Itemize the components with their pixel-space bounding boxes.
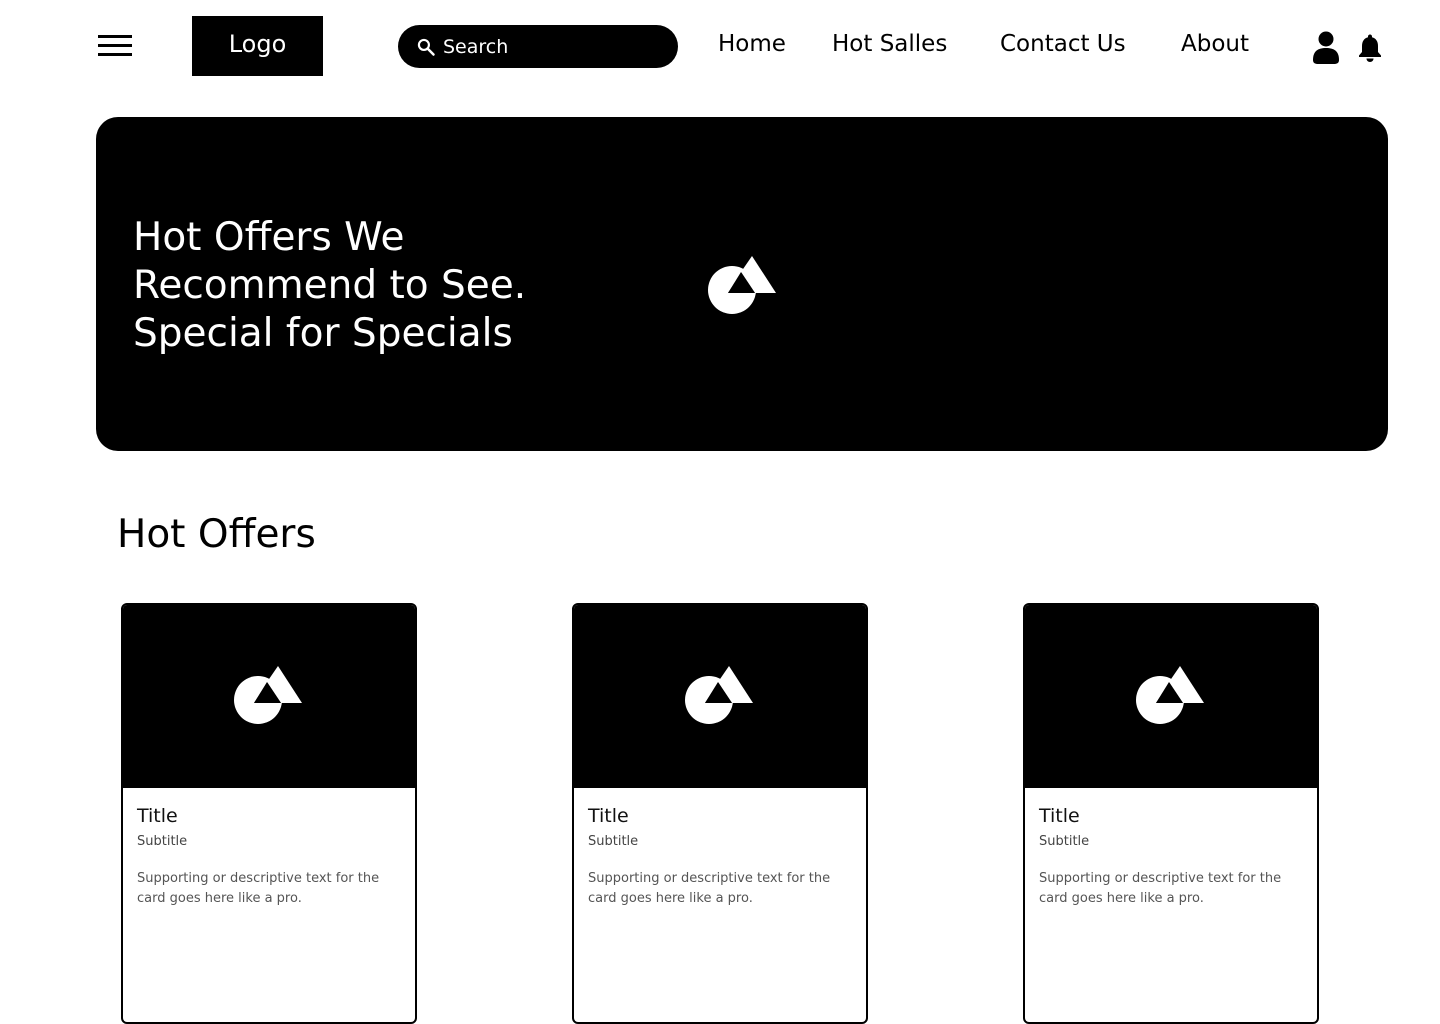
offer-card[interactable]: Title Subtitle Supporting or descriptive… bbox=[121, 603, 417, 1024]
card-subtitle: Subtitle bbox=[588, 834, 639, 849]
nav-hot-sales[interactable]: Hot Salles bbox=[832, 31, 947, 57]
card-subtitle: Subtitle bbox=[137, 834, 188, 849]
search-input[interactable] bbox=[443, 35, 663, 58]
page: Logo Home Hot Salles Contact Us About Ho… bbox=[0, 0, 1440, 1024]
card-text: Supporting or descriptive text for the c… bbox=[1039, 871, 1282, 906]
logo[interactable]: Logo bbox=[192, 16, 323, 76]
image-placeholder-icon bbox=[685, 666, 753, 724]
bell-icon[interactable] bbox=[1357, 33, 1383, 62]
image-placeholder-icon bbox=[234, 666, 302, 724]
menu-bar bbox=[98, 35, 132, 38]
card-media bbox=[1025, 605, 1317, 788]
user-icon[interactable] bbox=[1312, 30, 1340, 64]
nav-about[interactable]: About bbox=[1181, 31, 1249, 57]
hero-title: Hot Offers We Recommend to See. Special … bbox=[133, 214, 653, 358]
card-text: Supporting or descriptive text for the c… bbox=[588, 871, 831, 906]
image-placeholder-icon bbox=[1136, 666, 1204, 724]
card-media bbox=[123, 605, 415, 788]
section-title: Hot Offers bbox=[117, 512, 316, 557]
search-icon bbox=[417, 38, 435, 56]
card-title: Title bbox=[1039, 805, 1080, 827]
card-subtitle: Subtitle bbox=[1039, 834, 1090, 849]
hero-title-line: Special for Specials bbox=[133, 311, 513, 356]
hero-banner: Hot Offers We Recommend to See. Special … bbox=[96, 117, 1388, 451]
search-bar[interactable] bbox=[398, 25, 678, 68]
menu-bar bbox=[98, 53, 132, 56]
card-title: Title bbox=[588, 805, 629, 827]
hamburger-menu-icon[interactable] bbox=[98, 34, 134, 60]
offer-card[interactable]: Title Subtitle Supporting or descriptive… bbox=[1023, 603, 1319, 1024]
image-placeholder-icon bbox=[708, 256, 776, 314]
nav-contact-us[interactable]: Contact Us bbox=[1000, 31, 1126, 57]
card-media bbox=[574, 605, 866, 788]
logo-label: Logo bbox=[228, 30, 287, 58]
hero-title-line: Hot Offers We bbox=[133, 215, 405, 260]
offer-card[interactable]: Title Subtitle Supporting or descriptive… bbox=[572, 603, 868, 1024]
hero-title-line: Recommend to See. bbox=[133, 263, 527, 308]
menu-bar bbox=[98, 44, 132, 47]
card-title: Title bbox=[137, 805, 178, 827]
card-text: Supporting or descriptive text for the c… bbox=[137, 871, 380, 906]
nav-home[interactable]: Home bbox=[718, 31, 786, 57]
